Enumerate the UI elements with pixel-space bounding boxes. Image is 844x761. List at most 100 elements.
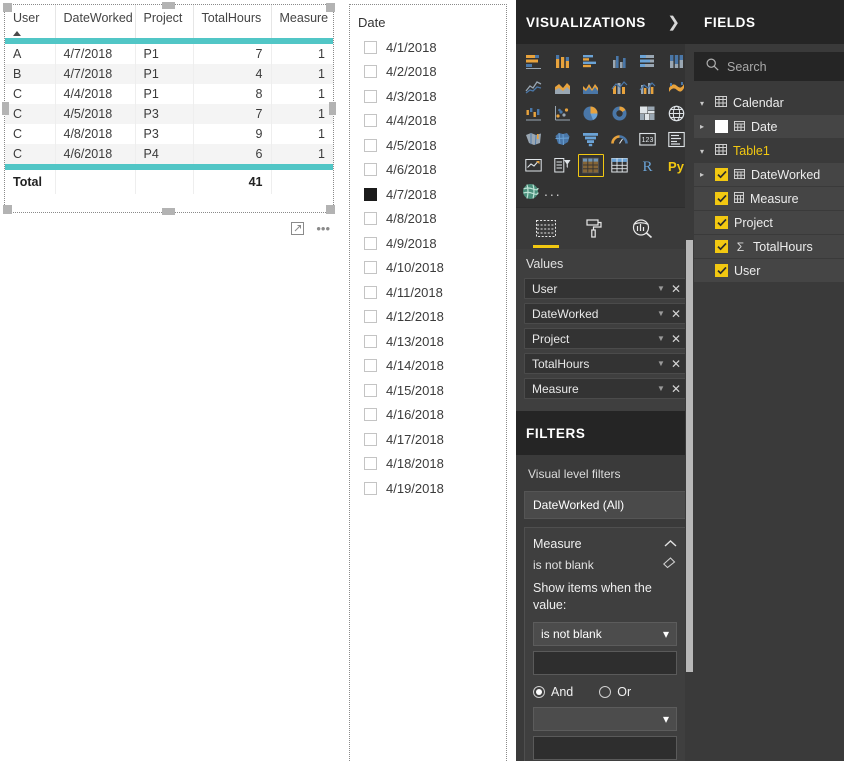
table-visual[interactable]: User DateWorked Project TotalHours Measu…	[2, 2, 336, 215]
filter-card-measure[interactable]: Measure is not blank Show items when the…	[524, 527, 686, 761]
viz-icon-filled-map[interactable]	[521, 128, 547, 151]
slicer-checkbox[interactable]	[364, 432, 377, 446]
fields-table-table1[interactable]: ▾ Table1	[694, 139, 844, 163]
field-checkbox[interactable]	[715, 216, 728, 229]
viz-icon-r-script-visual[interactable]: R	[635, 154, 661, 177]
viz-icon-pie-chart[interactable]	[578, 102, 604, 125]
slicer-checkbox[interactable]	[364, 89, 377, 103]
slicer-item[interactable]: 4/11/2018	[358, 280, 506, 305]
values-field-pill[interactable]: Measure ▼ ✕	[524, 378, 686, 399]
table-row[interactable]: A 4/7/2018 P1 7 1	[5, 44, 333, 64]
slicer-checkbox[interactable]	[364, 334, 377, 348]
viz-icon-treemap[interactable]	[635, 102, 661, 125]
field-item-project[interactable]: Project	[694, 211, 844, 235]
field-checkbox[interactable]	[715, 168, 728, 181]
slicer-checkbox[interactable]	[364, 481, 377, 495]
tab-analytics[interactable]	[628, 214, 656, 244]
values-field-pill[interactable]: DateWorked ▼ ✕	[524, 303, 686, 324]
chevron-up-icon[interactable]	[664, 535, 677, 553]
values-field-pill[interactable]: User ▼ ✕	[524, 278, 686, 299]
slicer-checkbox[interactable]	[364, 359, 377, 373]
field-checkbox[interactable]	[715, 264, 728, 277]
slicer-checkbox[interactable]	[364, 40, 377, 54]
slicer-checkbox[interactable]	[364, 457, 377, 471]
filter-second-condition-select[interactable]: ▾	[533, 706, 677, 731]
viz-icon-gauge-chart[interactable]	[607, 128, 633, 151]
expand-caret-icon[interactable]: ▸	[700, 122, 709, 131]
slicer-item[interactable]: 4/12/2018	[358, 305, 506, 330]
fields-table-calendar[interactable]: ▾ Calendar	[694, 91, 844, 115]
filter-chip-dateworked[interactable]: DateWorked (All)	[524, 491, 686, 519]
slicer-item[interactable]: 4/6/2018	[358, 158, 506, 183]
remove-field-icon[interactable]: ✕	[671, 383, 681, 395]
slicer-checkbox[interactable]	[364, 212, 377, 226]
viz-icon-clustered-bar-chart[interactable]	[578, 50, 604, 73]
table-row[interactable]: C 4/4/2018 P1 8 1	[5, 84, 333, 104]
values-field-pill[interactable]: TotalHours ▼ ✕	[524, 353, 686, 374]
slicer-checkbox[interactable]	[364, 65, 377, 79]
filter-second-condition-input[interactable]	[533, 735, 677, 760]
fields-search-box[interactable]: Search	[694, 52, 844, 81]
table-row[interactable]: C 4/5/2018 P3 7 1	[5, 104, 333, 124]
more-options-icon[interactable]: •••	[316, 222, 330, 235]
slicer-checkbox[interactable]	[364, 285, 377, 299]
slicer-item[interactable]: 4/4/2018	[358, 109, 506, 134]
remove-field-icon[interactable]: ✕	[671, 308, 681, 320]
viz-icon-stacked-column-chart[interactable]	[550, 50, 576, 73]
radio-or[interactable]: Or	[599, 685, 631, 699]
remove-field-icon[interactable]: ✕	[671, 333, 681, 345]
viz-icon-scatter-chart[interactable]	[550, 102, 576, 125]
slicer-item[interactable]: 4/13/2018	[358, 329, 506, 354]
viz-icon-matrix[interactable]	[607, 154, 633, 177]
field-checkbox[interactable]	[715, 240, 728, 253]
fields-tree[interactable]: ▾ Calendar ▸ Date ▾ Table1 ▸ DateWorked Measure P…	[694, 91, 844, 283]
slicer-checkbox[interactable]	[364, 408, 377, 422]
table-row[interactable]: B 4/7/2018 P1 4 1	[5, 64, 333, 84]
viz-icon-stacked-area-chart[interactable]	[578, 76, 604, 99]
slicer-checkbox[interactable]	[364, 383, 377, 397]
viz-icon-kpi[interactable]	[521, 154, 547, 177]
slicer-item[interactable]: 4/14/2018	[358, 354, 506, 379]
filter-condition-select[interactable]: is not blank ▾	[533, 621, 677, 646]
slicer-item[interactable]: 4/1/2018	[358, 35, 506, 60]
slicer-item[interactable]: 4/19/2018	[358, 476, 506, 501]
viz-icon-waterfall-chart[interactable]	[521, 102, 547, 125]
values-field-pill[interactable]: Project ▼ ✕	[524, 328, 686, 349]
slicer-item[interactable]: 4/5/2018	[358, 133, 506, 158]
field-item-measure[interactable]: Measure	[694, 187, 844, 211]
slicer-item[interactable]: 4/17/2018	[358, 427, 506, 452]
field-checkbox[interactable]	[715, 192, 728, 205]
chevron-down-icon[interactable]: ▼	[657, 384, 665, 393]
report-canvas[interactable]: User DateWorked Project TotalHours Measu…	[0, 0, 516, 761]
viz-icon-table[interactable]	[578, 154, 604, 177]
column-header-project[interactable]: Project	[135, 5, 194, 38]
column-header-totalhours[interactable]: TotalHours	[193, 5, 272, 38]
eraser-icon[interactable]	[662, 556, 677, 574]
resize-handle-middle-left[interactable]	[2, 101, 9, 115]
expand-caret-icon[interactable]: ▾	[700, 99, 709, 108]
date-slicer-visual[interactable]: Date 4/1/2018 4/2/2018 4/3/2018 4/4/2018 4/5…	[349, 4, 507, 761]
viz-icon-card[interactable]: 123	[635, 128, 661, 151]
viz-icon-line-chart[interactable]	[521, 76, 547, 99]
viz-icon-hundred-percent-stacked-bar-chart[interactable]	[635, 50, 661, 73]
more-visuals-icon[interactable]: ...	[544, 180, 562, 203]
slicer-checkbox[interactable]	[364, 163, 377, 177]
viz-icon-area-chart[interactable]	[550, 76, 576, 99]
tab-fields[interactable]	[532, 214, 560, 248]
slicer-item[interactable]: 4/3/2018	[358, 84, 506, 109]
viz-icon-arcgis-map[interactable]	[521, 180, 540, 203]
slicer-item[interactable]: 4/8/2018	[358, 207, 506, 232]
remove-field-icon[interactable]: ✕	[671, 358, 681, 370]
column-header-user[interactable]: User	[5, 5, 56, 38]
slicer-item-list[interactable]: 4/1/2018 4/2/2018 4/3/2018 4/4/2018 4/5/2018…	[358, 35, 506, 501]
viz-icon-shape-map[interactable]	[550, 128, 576, 151]
column-header-measure[interactable]: Measure	[271, 5, 333, 38]
resize-handle-bottom-right[interactable]	[326, 205, 335, 214]
radio-and[interactable]: And	[533, 685, 573, 699]
viz-icon-funnel-chart[interactable]	[578, 128, 604, 151]
table-row[interactable]: C 4/6/2018 P4 6 1	[5, 144, 333, 164]
field-checkbox[interactable]	[715, 120, 728, 133]
remove-field-icon[interactable]: ✕	[671, 283, 681, 295]
viz-icon-clustered-column-chart[interactable]	[607, 50, 633, 73]
slicer-item[interactable]: 4/9/2018	[358, 231, 506, 256]
